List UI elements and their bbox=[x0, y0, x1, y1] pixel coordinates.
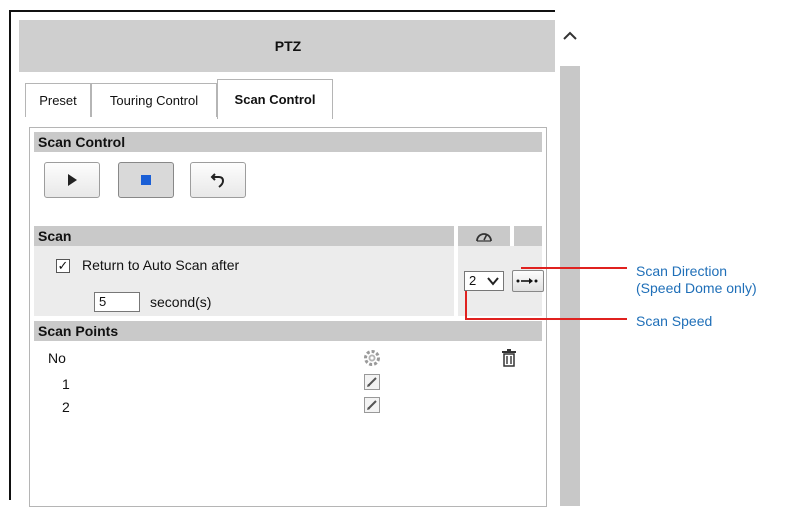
scrollbar-track[interactable] bbox=[560, 66, 580, 506]
scan-speed-select[interactable]: 2 bbox=[464, 271, 504, 291]
speed-callout-vertical-line bbox=[465, 291, 467, 319]
scan-direction-callout-title: Scan Direction bbox=[636, 263, 728, 279]
direction-column-header bbox=[514, 226, 542, 246]
ptz-window: PTZ Preset Touring Control Scan Control … bbox=[9, 10, 585, 507]
speed-column-header bbox=[458, 226, 510, 246]
edit-icon bbox=[364, 397, 380, 413]
stop-button[interactable] bbox=[118, 162, 174, 198]
scan-speed-direction-area: 2 bbox=[458, 246, 544, 316]
scan-direction-button[interactable] bbox=[512, 270, 544, 292]
return-icon bbox=[210, 173, 225, 188]
auto-scan-settings: ✓ Return to Auto Scan after 5 second(s) bbox=[34, 246, 454, 316]
ptz-panel: PTZ Preset Touring Control Scan Control … bbox=[19, 20, 557, 507]
scan-control-header: Scan Control bbox=[34, 132, 542, 152]
delete-all-scan-points-button[interactable] bbox=[501, 349, 517, 370]
auto-scan-label: Return to Auto Scan after bbox=[82, 257, 240, 273]
play-button[interactable] bbox=[44, 162, 100, 198]
chevron-up-icon bbox=[563, 31, 577, 40]
scan-speed-value: 2 bbox=[469, 273, 477, 288]
auto-scan-checkbox[interactable]: ✓ bbox=[56, 259, 70, 273]
scan-point-row-1-no: 1 bbox=[62, 376, 70, 392]
scan-point-settings-button[interactable] bbox=[363, 349, 381, 370]
tab-scan-control[interactable]: Scan Control bbox=[217, 79, 333, 119]
chevron-down-icon bbox=[487, 277, 499, 286]
stop-icon bbox=[141, 175, 151, 185]
scan-direction-icon bbox=[516, 278, 538, 284]
speed-callout-line bbox=[465, 318, 627, 320]
gear-icon bbox=[364, 350, 380, 366]
return-button[interactable] bbox=[190, 162, 246, 198]
edit-icon bbox=[364, 374, 380, 390]
scan-points-no-column: No bbox=[48, 350, 66, 366]
seconds-unit-label: second(s) bbox=[150, 294, 212, 310]
direction-callout-line bbox=[521, 267, 627, 269]
trash-icon bbox=[502, 349, 516, 367]
scan-speed-callout: Scan Speed bbox=[636, 313, 713, 329]
speedometer-icon bbox=[476, 233, 492, 242]
scan-point-row-2-no: 2 bbox=[62, 399, 70, 415]
scan-control-content: Scan Control Scan ✓ Return to Auto Scan … bbox=[29, 127, 547, 507]
auto-scan-seconds-input[interactable]: 5 bbox=[94, 292, 140, 312]
scan-direction-callout: Scan Direction (Speed Dome only) bbox=[636, 263, 757, 297]
tab-touring-control[interactable]: Touring Control bbox=[91, 83, 217, 117]
vertical-scrollbar[interactable] bbox=[555, 10, 585, 506]
panel-title: PTZ bbox=[19, 20, 557, 72]
scan-point-1-edit-button[interactable] bbox=[364, 374, 380, 393]
scan-direction-callout-note: (Speed Dome only) bbox=[636, 280, 757, 296]
scan-header: Scan bbox=[34, 226, 454, 246]
scan-point-2-edit-button[interactable] bbox=[364, 397, 380, 416]
tab-preset[interactable]: Preset bbox=[25, 83, 91, 117]
play-icon bbox=[68, 174, 77, 186]
scroll-up-button[interactable] bbox=[555, 10, 585, 62]
scan-points-header: Scan Points bbox=[34, 321, 542, 341]
